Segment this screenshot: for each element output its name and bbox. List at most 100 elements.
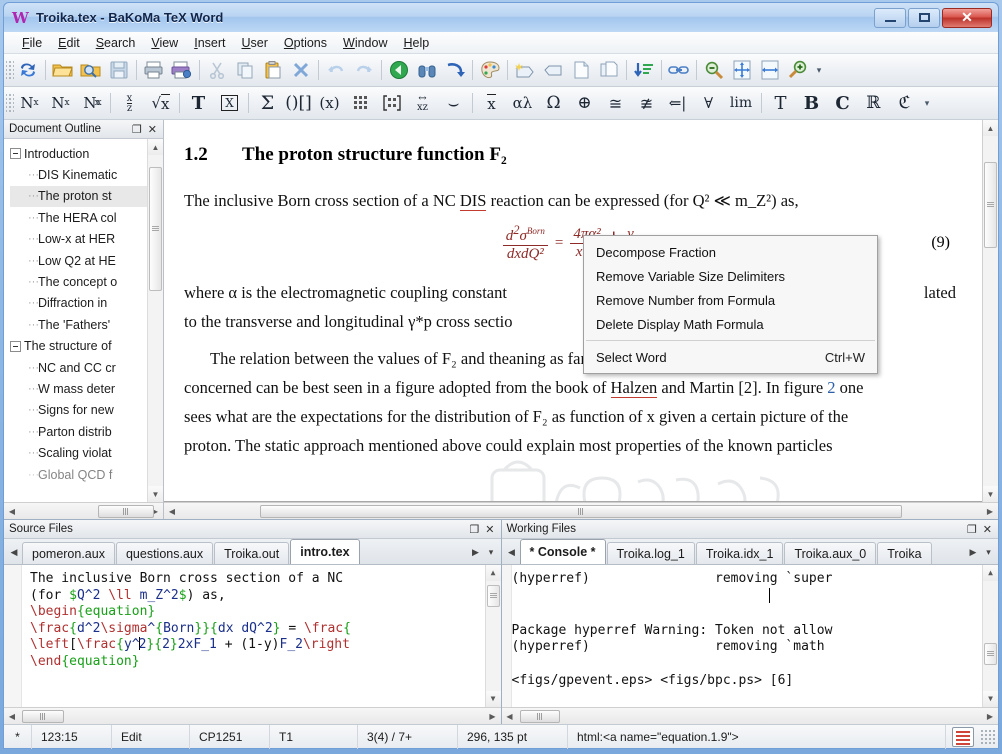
save-icon[interactable] (105, 57, 133, 84)
console-output[interactable]: (hyperref) removing `super Package hyper… (501, 565, 998, 707)
scroll-down-icon[interactable]: ▼ (148, 486, 163, 502)
console-vertical-scrollbar[interactable]: ▲ ▼ (982, 565, 998, 707)
outline-item-global-qcd[interactable]: ··· Global QCD f (10, 464, 163, 485)
paste-icon[interactable] (259, 57, 287, 84)
open-preview-icon[interactable] (77, 57, 105, 84)
tab-troika-partial[interactable]: Troika (877, 542, 932, 564)
math-toolbar-overflow-button[interactable]: ▾ (920, 90, 934, 117)
new-label-icon[interactable] (511, 57, 539, 84)
outline-horizontal-scrollbar[interactable]: ◀ ▶ (4, 502, 163, 519)
restore-icon[interactable]: ❐ (967, 523, 977, 536)
refresh-sync-icon[interactable] (14, 57, 42, 84)
outline-item-structure[interactable]: The structure of (10, 336, 163, 357)
scroll-thumb[interactable] (149, 167, 162, 291)
parenthesis-icon[interactable]: (x) (314, 90, 345, 117)
tab-pomeron-aux[interactable]: pomeron.aux (22, 542, 115, 564)
menu-options[interactable]: Options (276, 34, 335, 52)
palette-icon[interactable] (476, 57, 504, 84)
tab-list-dropdown-icon[interactable]: ▾ (484, 540, 499, 564)
scroll-track[interactable] (180, 504, 982, 519)
source-vertical-scrollbar[interactable]: ▲ ▼ (484, 565, 501, 707)
console-horizontal-scrollbar[interactable]: ◀ ▶ (501, 707, 998, 724)
document-horizontal-scrollbar[interactable]: ◀ ▶ (164, 502, 998, 519)
menu-insert[interactable]: Insert (186, 34, 233, 52)
nabla-icon[interactable]: ∀ (693, 90, 724, 117)
menu-search[interactable]: Search (88, 34, 144, 52)
fraktur-font-icon[interactable]: ℭ (889, 90, 920, 117)
scroll-thumb[interactable] (519, 709, 560, 723)
scroll-left-icon[interactable]: ◀ (164, 507, 180, 516)
outline-item-diffraction[interactable]: ··· Diffraction in (10, 293, 163, 314)
outline-item-dis-kinematics[interactable]: ··· DIS Kinematic (10, 164, 163, 185)
outline-item-hera-collider[interactable]: ··· The HERA col (10, 207, 163, 228)
menu-user[interactable]: User (234, 34, 276, 52)
scroll-thumb[interactable] (22, 709, 64, 723)
scroll-track[interactable] (486, 581, 501, 691)
forward-navigate-icon[interactable] (441, 57, 469, 84)
scroll-thumb[interactable] (486, 585, 500, 607)
collapse-icon[interactable] (10, 340, 21, 352)
array-icon[interactable] (376, 90, 407, 117)
outline-item-low-x[interactable]: ··· Low-x at HER (10, 229, 163, 250)
superscript-icon[interactable]: Nx (14, 90, 45, 117)
source-code-editor[interactable]: The inclusive Born cross section of a NC… (4, 565, 501, 707)
scroll-thumb[interactable] (98, 504, 154, 518)
document-vertical-scrollbar[interactable]: ▲ ▼ (982, 120, 998, 502)
redo-icon[interactable] (350, 57, 378, 84)
close-button[interactable]: ✕ (942, 7, 992, 28)
scroll-thumb[interactable] (984, 643, 997, 665)
stack-icon[interactable]: ↔ xz (407, 90, 438, 117)
underbrace-icon[interactable]: ⌣ (438, 90, 469, 117)
scroll-right-icon[interactable]: ▶ (982, 507, 998, 516)
scroll-track[interactable] (518, 709, 983, 724)
scroll-left-icon[interactable]: ◀ (502, 712, 518, 721)
tab-troika-out[interactable]: Troika.out (214, 542, 290, 564)
link-icon[interactable] (665, 57, 693, 84)
figure-reference-link[interactable]: 2 (827, 378, 835, 397)
source-horizontal-scrollbar[interactable]: ◀ ▶ (4, 707, 501, 724)
outline-item-w-mass[interactable]: ··· W mass deter (10, 378, 163, 399)
menu-item-decompose-fraction[interactable]: Decompose Fraction (584, 240, 877, 264)
sum-icon[interactable]: Σ (252, 90, 283, 117)
pages-icon[interactable] (595, 57, 623, 84)
dis-link[interactable]: DIS (459, 191, 487, 211)
restore-icon[interactable]: ❐ (132, 123, 142, 136)
copy-icon[interactable] (231, 57, 259, 84)
minimize-button[interactable] (874, 7, 906, 28)
sort-list-icon[interactable] (630, 57, 658, 84)
context-menu[interactable]: Decompose Fraction Remove Variable Size … (583, 235, 878, 374)
maximize-button[interactable] (908, 7, 940, 28)
resize-grip[interactable] (980, 728, 996, 745)
back-navigate-icon[interactable] (385, 57, 413, 84)
congruent-icon[interactable]: ≅ (600, 90, 631, 117)
delimiters-icon[interactable]: ()[] (283, 90, 314, 117)
document-page[interactable]: 1.2 The proton structure function F₂ The … (164, 120, 982, 502)
find-binoculars-icon[interactable] (413, 57, 441, 84)
scroll-down-icon[interactable]: ▼ (485, 691, 501, 707)
menu-window[interactable]: Window (335, 34, 395, 52)
scroll-track[interactable] (148, 155, 163, 486)
scroll-thumb[interactable] (260, 504, 902, 518)
close-icon[interactable]: ✕ (148, 123, 157, 136)
undo-icon[interactable] (322, 57, 350, 84)
scroll-up-icon[interactable]: ▲ (983, 120, 998, 136)
halzen-link[interactable]: Halzen (610, 377, 658, 398)
print-icon[interactable] (140, 57, 168, 84)
outline-item-scaling-violations[interactable]: ··· Scaling violat (10, 442, 163, 463)
tab-troika-idx-1[interactable]: Troika.idx_1 (695, 542, 784, 564)
menu-help[interactable]: Help (395, 34, 437, 52)
menu-file[interactable]: File (14, 34, 50, 52)
scroll-up-icon[interactable]: ▲ (148, 139, 163, 155)
roman-font-icon[interactable]: T (765, 90, 796, 117)
tab-intro-tex[interactable]: intro.tex (290, 539, 360, 564)
page-icon[interactable] (567, 57, 595, 84)
vector-icon[interactable]: x (476, 90, 507, 117)
toolbar-overflow-button[interactable]: ▾ (812, 57, 826, 84)
toolbar-grip[interactable] (6, 59, 14, 81)
scroll-track[interactable] (20, 504, 154, 519)
scroll-up-icon[interactable]: ▲ (485, 565, 501, 581)
outline-vertical-scrollbar[interactable]: ▲ ▼ (147, 139, 163, 502)
collapse-icon[interactable] (10, 148, 21, 160)
restore-icon[interactable]: ❐ (469, 523, 479, 536)
zoom-out-icon[interactable] (700, 57, 728, 84)
